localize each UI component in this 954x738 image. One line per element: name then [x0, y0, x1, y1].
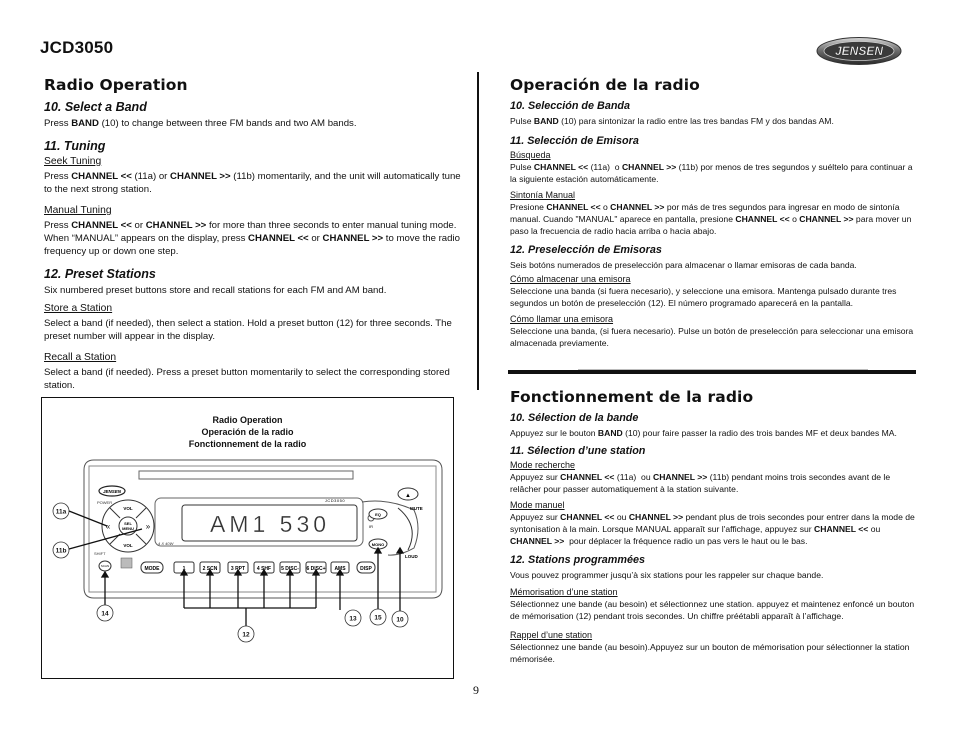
menu-label: MENU: [122, 526, 134, 531]
french-section: Fonctionnement de la radio 10. Sélection…: [510, 388, 920, 670]
preset-intro: Vous pouvez programmer jusqu’à six stati…: [510, 570, 824, 580]
tuning-heading: 11. Sélection d’une station: [510, 445, 646, 457]
band-heading: 10. Select a Band: [44, 100, 147, 114]
svg-text:IR: IR: [369, 524, 373, 529]
callout-10-label: 10: [396, 617, 404, 624]
store-text: Sélectionnez une bande (au besoin) et sé…: [510, 599, 915, 621]
callout-10-arrow: [395, 546, 405, 554]
manual-text: Presione CHANNEL << o CHANNEL >> por más…: [510, 202, 912, 236]
svg-text:MONO: MONO: [372, 542, 384, 547]
callout-12-label: 12: [242, 632, 250, 639]
recall-subheading: Recall a Station: [44, 352, 117, 363]
preset-button-8: DISP: [356, 561, 376, 574]
preset-heading: 12. Stations programmées: [510, 554, 646, 566]
callout-11a-label: 11a: [56, 509, 67, 516]
preset-heading: 12. Preset Stations: [44, 267, 156, 281]
manual-text: Press CHANNEL << or CHANNEL >> for more …: [44, 220, 460, 257]
band-text: Appuyez sur le bouton BAND (10) pour fai…: [510, 428, 897, 438]
store-text: Seleccione una banda (si fuera necesario…: [510, 286, 897, 308]
rocker-arc: [397, 507, 413, 551]
loud-label: LOUD: [405, 554, 418, 559]
model-header: JCD3050: [40, 38, 114, 57]
watt-label: 4 X 40W: [158, 541, 175, 546]
manual-subheading: Mode manuel: [510, 500, 565, 510]
seek-subheading: Mode recherche: [510, 460, 576, 470]
callout-15-label: 15: [374, 615, 382, 622]
band-text: Pulse BAND (10) para sintonizar la radio…: [510, 116, 834, 126]
eject-icon: ▲: [405, 493, 411, 499]
svg-text:DISP: DISP: [360, 566, 372, 572]
tuning-heading: 11. Tuning: [44, 139, 106, 153]
display-readout: AM1 530: [210, 511, 330, 537]
shift-label: SHIFT: [94, 551, 106, 556]
channel-up-icon: »: [146, 522, 151, 531]
vol-down-label: VOL: [123, 543, 133, 548]
svg-text:EQ: EQ: [375, 512, 381, 517]
callout-14-label: 14: [101, 611, 109, 618]
preset-intro: Six numbered preset buttons store and re…: [44, 285, 387, 296]
logo-text: JENSEN: [835, 44, 883, 58]
callout-11b-label: 11b: [56, 548, 67, 555]
store-text: Select a band (if needed), then select a…: [44, 318, 452, 342]
recall-text: Seleccione una banda, (si fuera necesari…: [510, 326, 914, 348]
band-heading: 10. Selección de Banda: [510, 100, 631, 112]
manual-subheading: Sintonía Manual: [510, 190, 576, 200]
model-label: JCD3050: [325, 498, 345, 503]
svg-text:MODE: MODE: [145, 566, 161, 572]
recall-subheading: Cómo llamar una emisora: [510, 314, 614, 324]
manual-subheading: Manual Tuning: [44, 205, 112, 216]
cd-logo-icon: [120, 557, 133, 569]
column-divider: [477, 72, 479, 390]
english-section: Radio Operation 10. Select a Band Press …: [44, 76, 464, 401]
spanish-section: Operación de la radio 10. Selección de B…: [510, 76, 920, 354]
recall-text: Sélectionnez une bande (au besoin).Appuy…: [510, 642, 910, 664]
section-title: Radio Operation: [44, 76, 188, 94]
seek-text: Pulse CHANNEL << (11a) o CHANNEL >> (11b…: [510, 162, 913, 184]
seek-text: Appuyez sur CHANNEL << (11a) ou CHANNEL …: [510, 472, 891, 494]
tuning-heading: 11. Selección de Emisora: [510, 135, 639, 147]
preset-button-0: MODE: [140, 561, 164, 574]
section-title: Operación de la radio: [510, 76, 700, 94]
preset-intro: Seis botóns numerados de preselección pa…: [510, 260, 857, 270]
recall-text: Select a band (if needed). Press a prese…: [44, 367, 450, 391]
callout-13-label: 13: [349, 616, 357, 623]
store-subheading: Cómo almacenar una emisora: [510, 274, 631, 284]
power-label: POWER: [97, 500, 112, 505]
cd-slot: [138, 470, 354, 480]
store-subheading: Mémorisation d’une station: [510, 587, 618, 597]
band-text: Press BAND (10) to change between three …: [44, 118, 357, 129]
seek-subheading: Seek Tuning: [44, 156, 102, 167]
radio-faceplate-diagram: JENSEN POWER VOL VOL SEL MENU « » SHIFT …: [52, 459, 443, 643]
mute-label: MUTE: [410, 506, 423, 511]
jensen-logo: JENSEN: [816, 37, 902, 65]
recall-subheading: Rappel d’une station: [510, 630, 593, 640]
section-title: Fonctionnement de la radio: [510, 388, 754, 406]
svg-text:JENSEN: JENSEN: [103, 489, 122, 494]
seek-subheading: Búsqueda: [510, 150, 551, 160]
callout-11a-line: [68, 510, 108, 527]
svg-text:SCAN: SCAN: [101, 564, 109, 568]
seek-text: Press CHANNEL << (11a) or CHANNEL >> (11…: [44, 171, 461, 195]
page-number: 9: [473, 683, 479, 697]
band-heading: 10. Sélection de la bande: [510, 412, 639, 424]
preset-heading: 12. Preselección de Emisoras: [510, 244, 662, 256]
radio-diagram-figure: Radio Operation Operación de la radio Fo…: [41, 397, 454, 679]
vol-up-label: VOL: [123, 506, 133, 511]
section-divider: [508, 369, 916, 374]
store-subheading: Store a Station: [44, 303, 113, 314]
callout-14-arrow: [100, 570, 110, 578]
manual-text: Appuyez sur CHANNEL << ou CHANNEL >> pen…: [510, 512, 915, 546]
